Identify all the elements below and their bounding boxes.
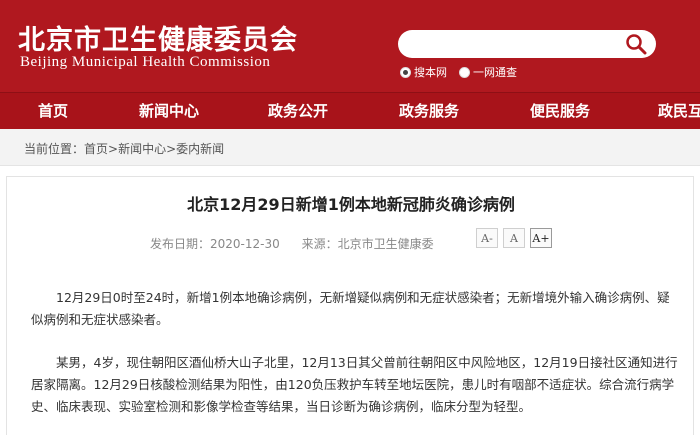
- radio-all-search[interactable]: 一网通查: [459, 64, 517, 80]
- nav-item-news[interactable]: 新闻中心: [139, 93, 199, 130]
- site-header: 北京市卫生健康委员会 Beijing Municipal Health Comm…: [0, 0, 700, 92]
- search-button[interactable]: [624, 33, 648, 55]
- breadcrumb-internal-news[interactable]: 委内新闻: [176, 142, 224, 156]
- article-panel: 北京12月29日新增1例本地新冠肺炎确诊病例 发布日期：2020-12-30 来…: [6, 176, 694, 435]
- article-paragraph: 12月29日0时至24时，新增1例本地确诊病例，无新增疑似病例和无症状感染者；无…: [31, 290, 670, 327]
- search-input[interactable]: [410, 34, 615, 54]
- radio-label: 一网通查: [473, 66, 517, 79]
- nav-item-public-service[interactable]: 便民服务: [530, 93, 590, 130]
- nav-item-gov-info[interactable]: 政务公开: [268, 93, 328, 130]
- search-box: [398, 30, 656, 58]
- article-meta: 发布日期：2020-12-30 来源：北京市卫生健康委: [150, 235, 452, 252]
- radio-site-search[interactable]: 搜本网: [400, 64, 447, 80]
- article-title: 北京12月29日新增1例本地新冠肺炎确诊病例: [187, 195, 515, 214]
- radio-unchecked-icon: [459, 66, 470, 78]
- nav-item-gov-service[interactable]: 政务服务: [399, 93, 459, 130]
- site-title-cn[interactable]: 北京市卫生健康委员会: [18, 18, 298, 57]
- nav-item-home[interactable]: 首页: [38, 93, 68, 130]
- breadcrumb-bar: 当前位置：首页>新闻中心>委内新闻: [0, 129, 700, 166]
- breadcrumb-prefix: 当前位置：: [24, 142, 85, 156]
- font-increase-button[interactable]: A+: [530, 228, 552, 248]
- breadcrumb-news[interactable]: 新闻中心: [118, 142, 166, 156]
- search-icon: [626, 34, 647, 55]
- search-scope-options: 搜本网 一网通查: [400, 64, 529, 80]
- breadcrumb-home[interactable]: 首页: [84, 142, 108, 156]
- breadcrumb-separator: >: [166, 142, 177, 156]
- font-default-button[interactable]: A: [503, 228, 525, 248]
- article-source: 来源：北京市卫生健康委: [301, 237, 434, 251]
- publish-date: 发布日期：2020-12-30: [150, 237, 280, 251]
- font-size-controls: A- A A+: [476, 228, 552, 248]
- site-title-en[interactable]: Beijing Municipal Health Commission: [20, 54, 270, 71]
- breadcrumb: 当前位置：首页>新闻中心>委内新闻: [24, 140, 224, 157]
- radio-checked-icon: [400, 66, 411, 78]
- main-nav: 首页 新闻中心 政务公开 政务服务 便民服务 政民互: [0, 92, 700, 129]
- radio-label: 搜本网: [414, 66, 447, 79]
- font-decrease-button[interactable]: A-: [476, 228, 498, 248]
- article-paragraph: 某男，4岁，现住朝阳区酒仙桥大山子北里，12月13日其父曾前往朝阳区中风险地区，…: [31, 355, 678, 414]
- nav-item-interaction[interactable]: 政民互: [658, 93, 700, 130]
- breadcrumb-separator: >: [108, 142, 119, 156]
